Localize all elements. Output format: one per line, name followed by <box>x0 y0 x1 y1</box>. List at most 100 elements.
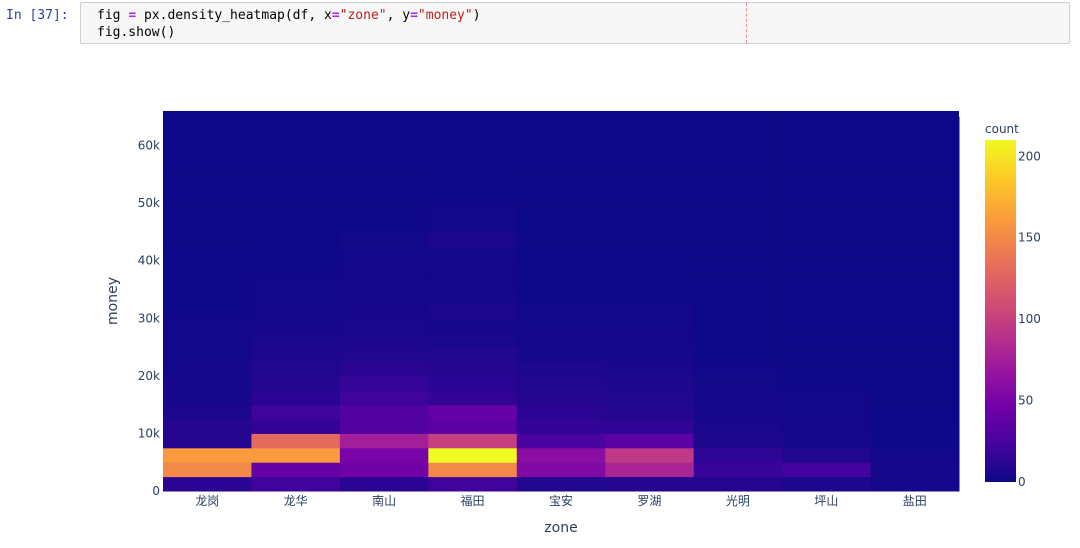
heatmap-cell <box>516 116 606 132</box>
heatmap-cell <box>428 404 518 420</box>
heatmap-cell <box>428 217 518 233</box>
heatmap-cell <box>782 318 872 334</box>
heatmap-cell <box>251 476 341 492</box>
heatmap-cell <box>605 419 695 434</box>
heatmap-cell <box>163 145 252 161</box>
heatmap-cell <box>782 246 872 262</box>
heatmap-cell <box>782 131 872 147</box>
heatmap-cell <box>782 217 872 233</box>
heatmap-cell <box>782 361 872 377</box>
y-axis-ticks: 0 10k 20k 30k 40k 50k 60k <box>138 139 160 498</box>
cell-prompt: In [37]: <box>6 8 69 23</box>
heatmap-cell <box>782 159 872 175</box>
heatmap-cell <box>693 275 783 290</box>
heatmap-cell <box>251 145 341 161</box>
heatmap-cell <box>163 419 252 434</box>
heatmap-cell <box>428 447 518 463</box>
heatmap-cell <box>782 404 872 420</box>
heatmap-cell <box>693 116 783 132</box>
heatmap-cell <box>693 188 783 204</box>
heatmap-cell <box>251 159 341 175</box>
x-tick-label: 龙华 <box>284 494 308 508</box>
heatmap-cell <box>693 131 783 147</box>
x-axis-title: zone <box>544 520 577 536</box>
heatmap-cell <box>870 404 960 420</box>
y-tick-label: 20k <box>138 369 160 383</box>
heatmap-cell <box>693 447 783 463</box>
code-operator: = <box>410 8 418 23</box>
heatmap-cell <box>339 332 429 348</box>
colorbar-title: count <box>985 122 1019 136</box>
heatmap-cell <box>516 375 606 391</box>
heatmap-cell <box>870 203 960 219</box>
heatmap-cell <box>693 347 783 362</box>
heatmap-cell <box>870 289 960 305</box>
y-tick-label: 60k <box>138 139 160 153</box>
heatmap-cell <box>251 447 341 463</box>
heatmap-cell <box>870 303 960 319</box>
heatmap-cell <box>163 361 252 377</box>
heatmap-cell <box>782 419 872 434</box>
heatmap-cell <box>516 174 606 190</box>
heatmap-cell <box>870 332 960 348</box>
heatmap-cell <box>782 260 872 276</box>
heatmap-cell <box>163 174 252 190</box>
heatmap-cell <box>339 375 429 391</box>
heatmap-cell <box>605 159 695 175</box>
heatmap-cell <box>516 433 606 449</box>
heatmap-cell <box>870 419 960 434</box>
heatmap-cell <box>870 375 960 391</box>
heatmap-cell <box>163 159 252 175</box>
heatmap-cell <box>605 476 695 492</box>
heatmap-cell <box>516 447 606 463</box>
heatmap-cell <box>428 433 518 449</box>
heatmap-cell <box>339 390 429 406</box>
code-string: "zone" <box>339 8 387 23</box>
heatmap-cell <box>693 404 783 420</box>
heatmap-cell <box>163 131 252 147</box>
heatmap-cell <box>870 188 960 204</box>
code-operator: = <box>128 8 137 23</box>
code-operator: = <box>331 8 340 23</box>
heatmap-cell <box>605 275 695 290</box>
heatmap-cell <box>428 116 518 132</box>
heatmap-cell <box>428 361 518 377</box>
colorbar-tick-label: 200 <box>1018 149 1041 163</box>
code-string: "money" <box>417 8 473 23</box>
heatmap-cell <box>605 145 695 161</box>
code-token: px.density_heatmap(df, x <box>136 8 332 23</box>
heatmap-cell <box>163 347 252 362</box>
heatmap-cell <box>782 188 872 204</box>
heatmap-cell <box>428 174 518 190</box>
heatmap-cell <box>251 347 341 362</box>
heatmap-cell <box>782 476 872 492</box>
x-tick-label: 盐田 <box>903 494 927 508</box>
heatmap-cell <box>870 246 960 262</box>
x-tick-label: 坪山 <box>814 494 838 508</box>
heatmap-cell <box>339 131 429 147</box>
y-tick-label: 30k <box>138 311 160 325</box>
heatmap-cell <box>605 188 695 204</box>
heatmap-cell <box>870 275 960 290</box>
heatmap-cell <box>516 332 606 348</box>
colorbar-tick-label: 50 <box>1018 394 1033 408</box>
heatmap-cell <box>782 145 872 161</box>
heatmap-cell <box>339 476 429 492</box>
code-input-area[interactable]: fig = px.density_heatmap(df, x="zone", y… <box>80 2 1070 44</box>
heatmap-cell <box>605 318 695 334</box>
heatmap-cell <box>163 260 252 276</box>
colorbar <box>985 140 1016 482</box>
heatmap-cell <box>782 289 872 305</box>
code-token: fig <box>97 8 129 23</box>
heatmap-cell <box>251 203 341 219</box>
heatmap-cell <box>516 260 606 276</box>
heatmap-cell <box>428 246 518 262</box>
heatmap-cell <box>163 188 252 204</box>
heatmap-cell <box>516 203 606 219</box>
y-tick-label: 0 <box>152 484 160 498</box>
heatmap-cell <box>163 275 252 290</box>
x-tick-label: 南山 <box>372 493 396 508</box>
heatmap-cell <box>516 404 606 420</box>
heatmap-cell <box>251 246 341 262</box>
heatmap-cell <box>782 231 872 247</box>
